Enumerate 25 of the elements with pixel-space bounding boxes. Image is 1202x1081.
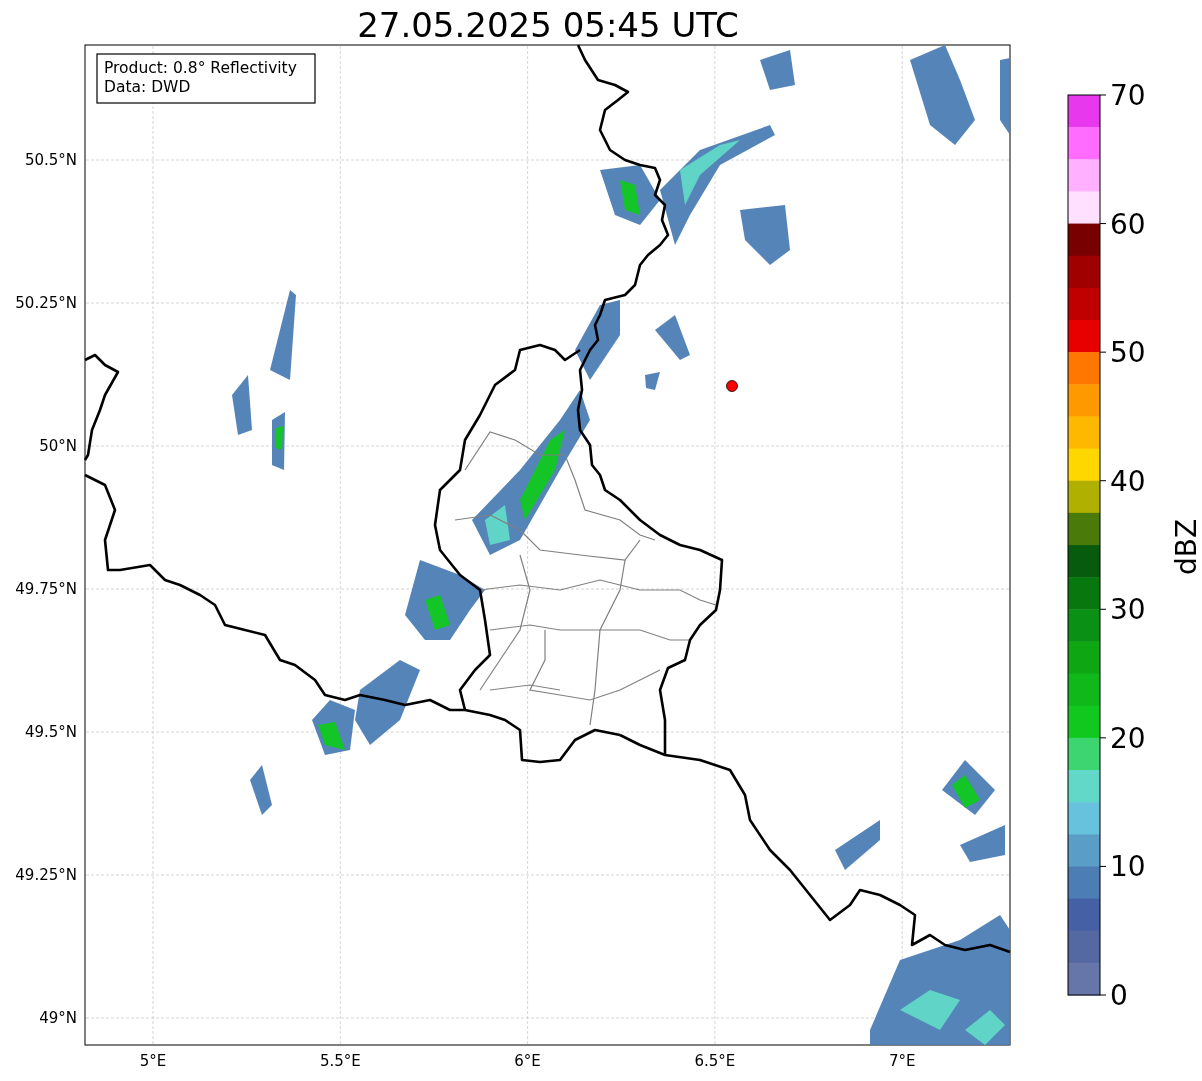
chart-title: 27.05.2025 05:45 UTC: [357, 5, 739, 45]
colorbar-tick-label: 50: [1110, 336, 1146, 370]
longitude-tick-label: 5°E: [139, 1052, 167, 1070]
latitude-tick-label: 50.5°N: [24, 151, 77, 169]
colorbar-tick-label: 20: [1110, 721, 1146, 755]
latitude-tick-label: 50°N: [39, 437, 77, 455]
longitude-tick-label: 6°E: [514, 1052, 541, 1070]
colorbar-label: dBZ: [1170, 518, 1202, 576]
longitude-tick-label: 7°E: [888, 1052, 916, 1070]
longitude-tick-label: 6.5°E: [694, 1052, 736, 1070]
colorbar-tick-label: 40: [1110, 464, 1146, 498]
colorbar-tick-label: 70: [1110, 79, 1146, 112]
latitude-tick-label: 49.25°N: [15, 866, 77, 884]
latitude-tick-label: 49.5°N: [24, 723, 77, 741]
longitude-tick-label: 5.5°E: [319, 1052, 361, 1070]
info-box-text: Data: DWD: [104, 78, 191, 96]
colorbar-tick-label: 0: [1110, 979, 1128, 1012]
colorbar-tick-label: 60: [1110, 207, 1146, 241]
latitude-tick-label: 50.25°N: [15, 294, 77, 312]
colorbar-tick-label: 10: [1110, 850, 1146, 884]
colorbar-tick-label: 30: [1110, 593, 1146, 627]
latitude-tick-label: 49°N: [39, 1009, 77, 1027]
radar-station-marker: [726, 380, 738, 392]
latitude-tick-label: 49.75°N: [15, 580, 77, 598]
info-box-text: Product: 0.8° Reflectivity: [104, 59, 297, 77]
